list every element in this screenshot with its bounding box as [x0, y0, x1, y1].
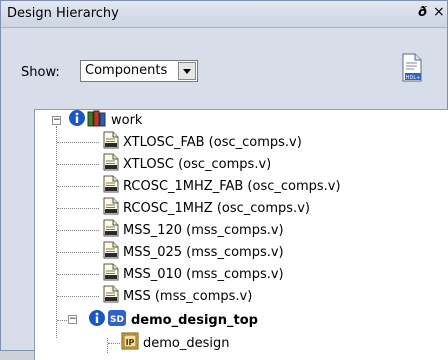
tree-node-file[interactable]: XTLOSC_FAB (osc_comps.v) — [103, 131, 302, 153]
tree-node-label: MSS (mss_comps.v) — [123, 288, 253, 304]
tree-node-demo-design-top[interactable]: SD demo_design_top — [88, 310, 258, 330]
tree-node-file[interactable]: RCOSC_1MHZ (osc_comps.v) — [103, 197, 310, 219]
show-label: Show: — [21, 65, 60, 80]
tree-node-label: XTLOSC (osc_comps.v) — [123, 156, 272, 172]
tree-guide — [57, 164, 99, 165]
show-filter-value: Components — [85, 63, 168, 78]
tree-guide — [57, 274, 99, 275]
tree-guide — [57, 186, 99, 187]
info-icon — [68, 109, 86, 131]
tree-node-file[interactable]: MSS (mss_comps.v) — [103, 285, 253, 307]
tree-node-label: XTLOSC_FAB (osc_comps.v) — [123, 134, 302, 150]
tree-node-file[interactable]: MSS_010 (mss_comps.v) — [103, 263, 284, 285]
hdl-file-icon — [103, 175, 119, 197]
tree-guide — [57, 296, 99, 297]
tree-guide — [108, 343, 120, 344]
collapse-top-toggle[interactable]: − — [68, 315, 77, 324]
close-icon[interactable]: × — [433, 4, 445, 20]
hdl-file-icon — [103, 153, 119, 175]
tree-node-file[interactable]: RCOSC_1MHZ_FAB (osc_comps.v) — [103, 175, 341, 197]
tree-node-label: RCOSC_1MHZ (osc_comps.v) — [123, 200, 310, 216]
tree-node-label: MSS_120 (mss_comps.v) — [123, 222, 284, 238]
hdl-file-icon — [103, 285, 119, 307]
tree-guide — [57, 142, 99, 143]
show-filter-dropdown[interactable]: Components — [80, 60, 198, 82]
tree-guide — [57, 230, 99, 231]
tree-node-label: MSS_010 (mss_comps.v) — [123, 266, 284, 282]
panel-titlebar: Design Hierarchy ð × — [1, 1, 447, 28]
hdl-file-icon — [103, 241, 119, 263]
tree-node-file[interactable]: XTLOSC (osc_comps.v) — [103, 153, 272, 175]
library-books-icon — [87, 109, 107, 131]
design-hierarchy-tree: − work XTLOSC_FAB (osc_comps.v) XTLOSC (o… — [34, 109, 448, 360]
svg-text:SD: SD — [110, 315, 124, 325]
hdl-file-icon — [103, 219, 119, 241]
tree-guide — [56, 126, 57, 338]
hdl-file-icon — [103, 131, 119, 153]
tree-node-label: demo_design_top — [131, 312, 258, 328]
chevron-down-icon[interactable] — [178, 62, 196, 80]
svg-text:HDL+: HDL+ — [406, 75, 421, 81]
new-hdl-file-icon[interactable]: HDL+ — [401, 53, 423, 83]
tree-node-demo-design[interactable]: IP demo_design — [121, 332, 230, 353]
info-icon — [88, 309, 106, 331]
hdl-file-icon — [103, 197, 119, 219]
tree-guide — [57, 208, 99, 209]
hdl-file-icon — [103, 263, 119, 285]
tree-node-file[interactable]: MSS_025 (mss_comps.v) — [103, 241, 284, 263]
smartdesign-icon: SD — [107, 309, 127, 331]
tree-node-file[interactable]: MSS_120 (mss_comps.v) — [103, 219, 284, 241]
tree-guide — [57, 252, 99, 253]
collapse-work-toggle[interactable]: − — [52, 116, 61, 125]
design-hierarchy-panel: Design Hierarchy ð × Show: Components HD… — [0, 0, 448, 360]
tree-node-label: demo_design — [143, 335, 230, 351]
tree-node-label: work — [111, 112, 143, 128]
pin-icon[interactable]: ð — [418, 5, 427, 20]
tree-node-label: RCOSC_1MHZ_FAB (osc_comps.v) — [123, 178, 341, 194]
tree-node-work[interactable]: work — [68, 110, 142, 130]
tree-node-label: MSS_025 (mss_comps.v) — [123, 244, 284, 260]
svg-text:IP: IP — [126, 338, 135, 347]
panel-title: Design Hierarchy — [7, 6, 119, 21]
